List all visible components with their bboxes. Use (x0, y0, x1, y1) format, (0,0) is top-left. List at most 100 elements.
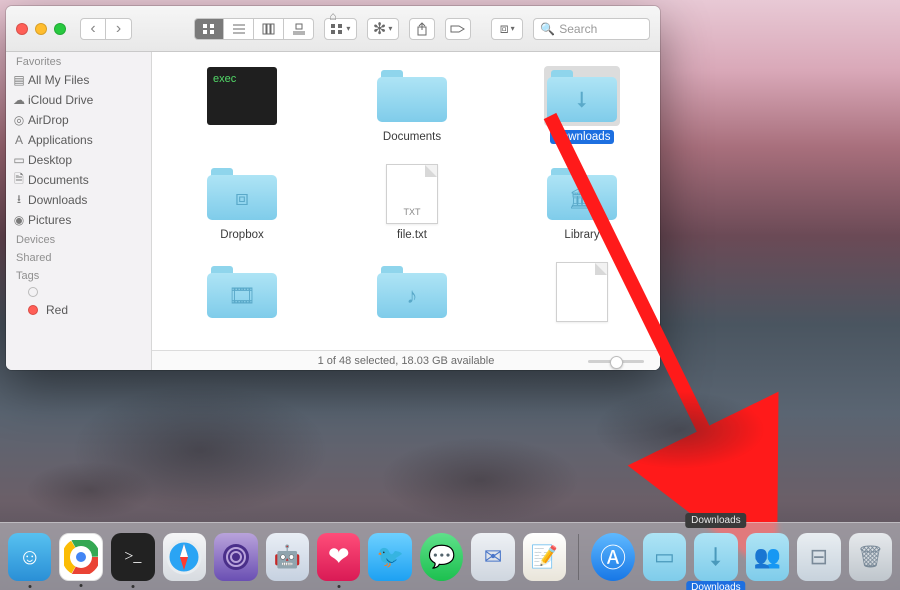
automator-icon: 🤖 (274, 544, 301, 570)
dock-terminal[interactable]: >_ (111, 533, 154, 581)
minimize-button[interactable] (35, 23, 47, 35)
sidebar-item-desktop[interactable]: ▭Desktop (6, 150, 151, 170)
nav-buttons: ‹ › (80, 18, 132, 40)
file-view[interactable]: exec Documents ⭣ Downloads (152, 52, 660, 370)
forward-button[interactable]: › (106, 18, 132, 40)
tag-dot-red (28, 305, 38, 315)
sidebar-item-pictures[interactable]: ◉Pictures (6, 210, 151, 230)
dock-downloads-folder[interactable]: Downloads ⭣ Downloads (694, 533, 737, 581)
dock-folder-1[interactable]: ▭ (643, 533, 686, 581)
file-label: file.txt (393, 228, 431, 242)
sidebar-item-applications[interactable]: AApplications (6, 130, 151, 150)
back-button[interactable]: ‹ (80, 18, 106, 40)
view-list-button[interactable] (224, 18, 254, 40)
sidebar-heading-tags: Tags (6, 266, 151, 284)
file-item-dropbox[interactable]: ⧈ Dropbox (192, 164, 292, 242)
dock-tooltip: Downloads (685, 513, 746, 528)
finder-icon: ☺ (19, 544, 41, 570)
chrome-icon (64, 540, 98, 574)
dock-divider (578, 534, 579, 580)
dock-skitch[interactable]: ❤ (317, 533, 360, 581)
cloud-icon: ☁ (12, 93, 26, 107)
file-item-downloads[interactable]: ⭣ Downloads (532, 66, 632, 144)
gear-icon: ✻ (373, 19, 386, 39)
folder-icon (377, 70, 447, 122)
dock-chrome[interactable] (59, 533, 103, 581)
search-placeholder: Search (559, 22, 597, 36)
status-text: 1 of 48 selected, 18.03 GB available (318, 355, 495, 367)
tor-icon (221, 542, 251, 572)
dropbox-icon: ⧈ (500, 20, 509, 37)
dock-folder-label: Downloads (686, 581, 745, 590)
view-icon-button[interactable] (194, 18, 224, 40)
documents-icon: 🗎 (12, 170, 26, 191)
sidebar-heading-devices: Devices (6, 230, 151, 248)
tags-button[interactable] (445, 18, 471, 40)
sidebar-tag-red[interactable]: Red (6, 300, 151, 320)
sidebar-tag-none[interactable] (6, 284, 151, 300)
dock-shared-folder[interactable]: 👥 (746, 533, 789, 581)
view-coverflow-button[interactable] (284, 18, 314, 40)
file-label: Dropbox (216, 228, 267, 242)
downloads-icon: ⭳ (12, 190, 26, 211)
search-field[interactable]: 🔍 Search (533, 18, 650, 40)
file-item-documents[interactable]: Documents (362, 66, 462, 144)
dock-messages[interactable]: 💬 (420, 533, 463, 581)
movies-icon: 🎞 (207, 273, 277, 318)
sidebar-item-downloads[interactable]: ⭳Downloads (6, 190, 151, 210)
action-button[interactable]: ✻▾ (367, 18, 399, 40)
folder-icon: 🎞 (207, 266, 277, 318)
status-bar: 1 of 48 selected, 18.03 GB available (152, 350, 660, 370)
file-item-filetxt[interactable]: TXT file.txt (362, 164, 462, 242)
view-columns-button[interactable] (254, 18, 284, 40)
doc-file-icon (556, 262, 608, 322)
dock-mail[interactable]: ✉ (471, 533, 514, 581)
titlebar[interactable]: ‹ › ⌂ ▾ (6, 6, 660, 52)
shared-icon: 👥 (754, 544, 781, 570)
tag-dot-none (28, 287, 38, 297)
dock-tor[interactable] (214, 533, 257, 581)
share-button[interactable] (409, 18, 435, 40)
dock-notes[interactable]: 📝 (523, 533, 566, 581)
twitter-icon: 🐦 (377, 544, 404, 570)
icon-size-slider[interactable] (588, 360, 644, 363)
exec-icon: exec (207, 67, 277, 125)
notes-icon: 📝 (531, 544, 558, 570)
sidebar-heading-shared: Shared (6, 248, 151, 266)
close-button[interactable] (16, 23, 28, 35)
messages-icon: 💬 (428, 544, 455, 570)
folder-icon: ▭ (654, 544, 675, 570)
dock-finder[interactable]: ☺ (8, 533, 51, 581)
apps-icon: A (12, 133, 26, 147)
sidebar-item-icloud[interactable]: ☁iCloud Drive (6, 90, 151, 110)
sidebar-item-all-my-files[interactable]: ▤All My Files (6, 70, 151, 90)
dock-drive[interactable]: ⊟ (797, 533, 840, 581)
file-item-library[interactable]: 🏛 Library (532, 164, 632, 242)
zoom-button[interactable] (54, 23, 66, 35)
sidebar-item-documents[interactable]: 🗎Documents (6, 170, 151, 190)
terminal-icon: >_ (124, 548, 141, 566)
sidebar: Favorites ▤All My Files ☁iCloud Drive ◎A… (6, 52, 152, 370)
airdrop-icon: ◎ (12, 113, 26, 127)
dock-trash[interactable]: 🗑 (849, 533, 892, 581)
dock-automator[interactable]: 🤖 (266, 533, 309, 581)
file-item-music[interactable]: ♪ (362, 262, 462, 322)
download-arrow-icon: ⭣ (547, 77, 617, 122)
file-item-movies[interactable]: 🎞 (192, 262, 292, 322)
file-label: Documents (379, 130, 445, 144)
appstore-icon: Ⓐ (600, 538, 626, 575)
drive-icon: ⊟ (810, 544, 828, 570)
trash-icon: 🗑 (856, 544, 884, 570)
music-icon: ♪ (377, 273, 447, 318)
desktop: ‹ › ⌂ ▾ (0, 0, 900, 590)
mail-icon: ✉ (484, 544, 502, 570)
dock-safari[interactable] (163, 533, 206, 581)
file-item-generic-doc[interactable] (532, 262, 632, 322)
sidebar-item-airdrop[interactable]: ◎AirDrop (6, 110, 151, 130)
home-icon: ⌂ (329, 9, 336, 23)
search-icon: 🔍 (540, 22, 555, 36)
dropbox-button[interactable]: ⧈▾ (491, 18, 523, 40)
dock-appstore[interactable]: Ⓐ (591, 533, 634, 581)
dock-twitter[interactable]: 🐦 (368, 533, 411, 581)
file-item-exec[interactable]: exec (192, 66, 292, 144)
